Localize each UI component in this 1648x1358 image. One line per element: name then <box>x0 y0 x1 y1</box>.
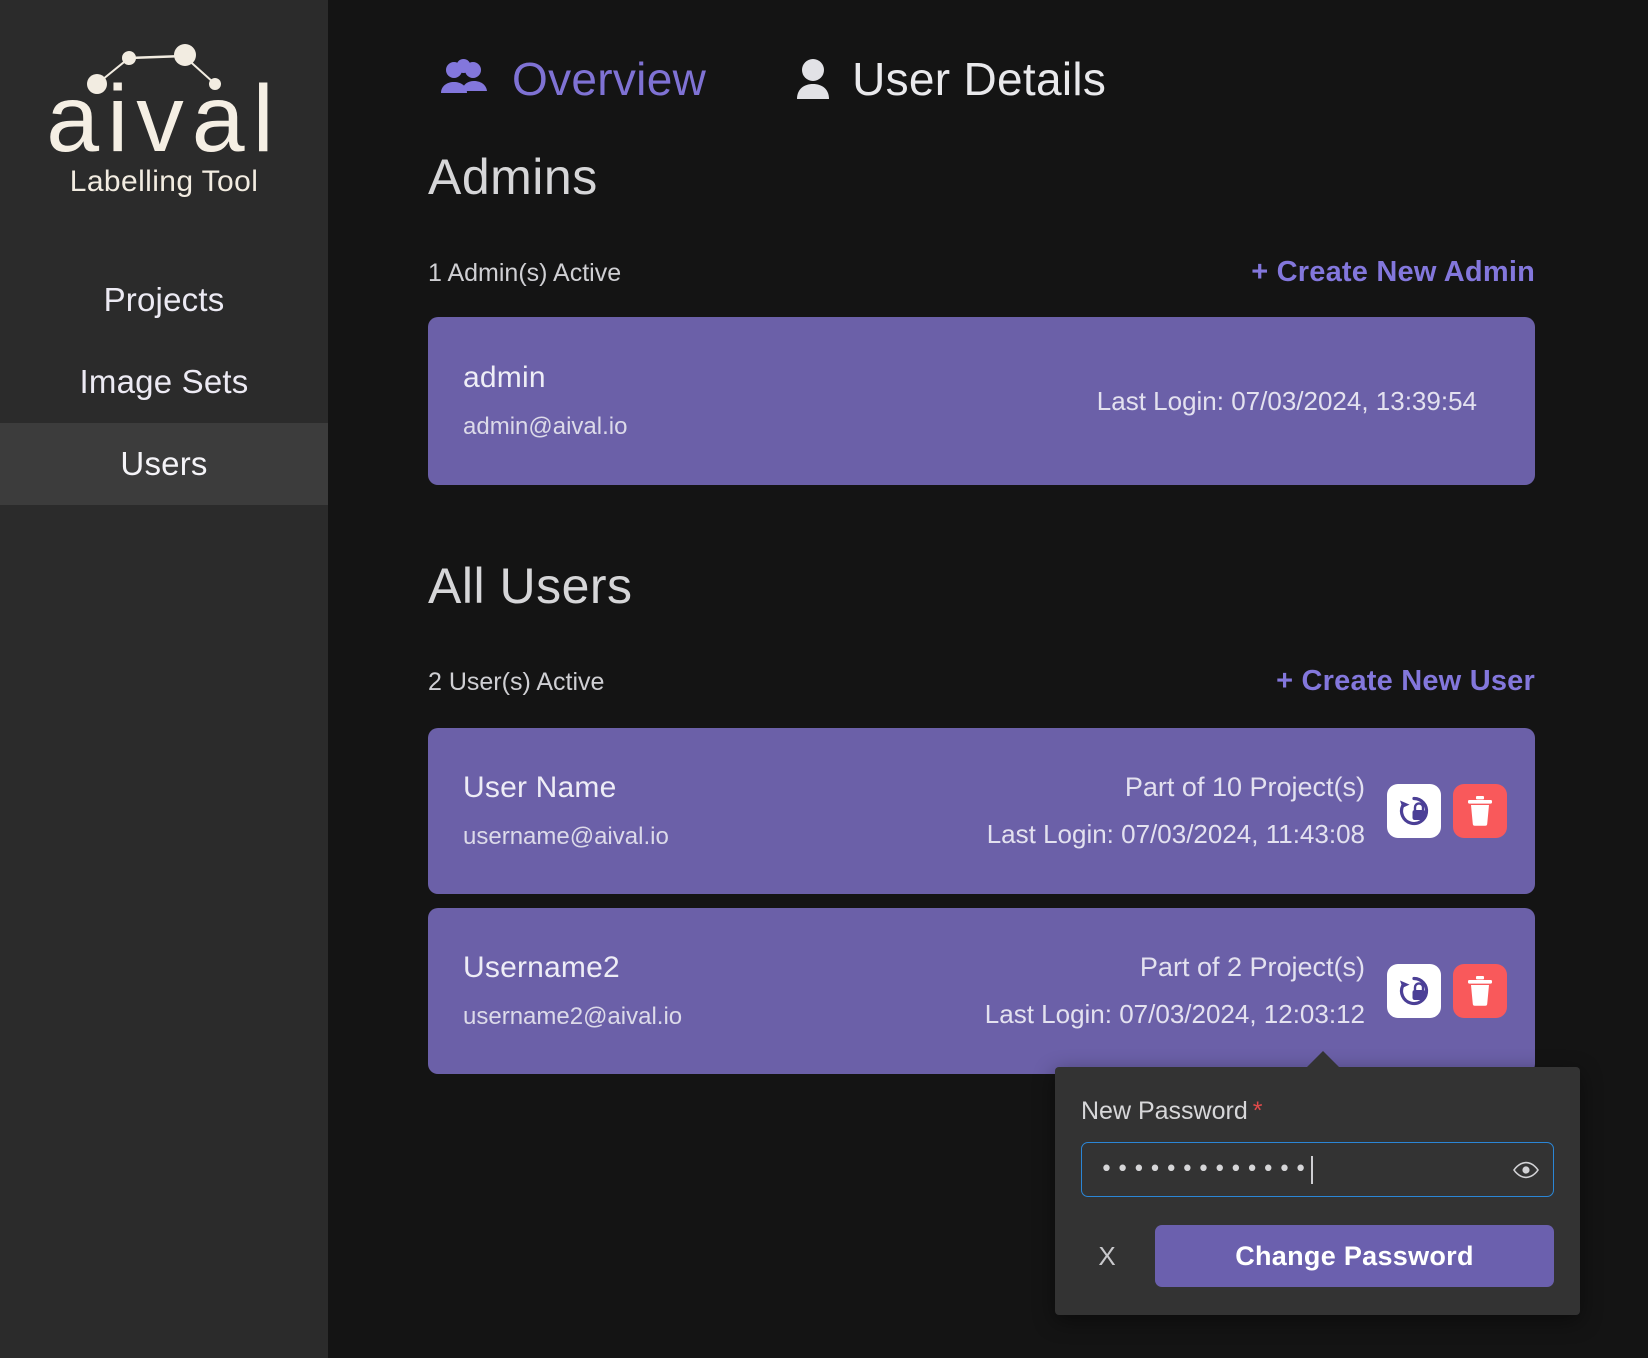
sidebar-item-label: Image Sets <box>79 363 249 400</box>
delete-user-button[interactable] <box>1453 784 1507 838</box>
sidebar-item-label: Users <box>120 445 208 482</box>
new-password-label-text: New Password <box>1081 1097 1248 1125</box>
admins-count: 1 Admin(s) Active <box>428 259 622 287</box>
users-section-row: 2 User(s) Active + Create New User <box>428 665 1648 698</box>
user-last-login: Last Login: 07/03/2024, 11:43:08 <box>986 819 1365 849</box>
user-project-count: Part of 10 Project(s) <box>1124 772 1365 802</box>
user-card[interactable]: Username2 username2@aival.io Part of 2 P… <box>428 908 1535 1074</box>
required-marker: * <box>1252 1097 1263 1125</box>
users-section-title: All Users <box>428 558 633 614</box>
user-card-actions <box>1387 964 1507 1018</box>
user-email: username@aival.io <box>463 823 669 850</box>
svg-text:aival: aival <box>46 66 281 163</box>
tab-label: User Details <box>852 53 1107 105</box>
admin-card[interactable]: admin admin@aival.io Last Login: 07/03/2… <box>428 317 1535 485</box>
new-password-field[interactable]: ••••••••••••• <box>1081 1142 1554 1197</box>
tab-bar: Overview User Details <box>428 0 1648 106</box>
admin-last-login: Last Login: 07/03/2024, 13:39:54 <box>1096 385 1477 416</box>
reset-password-icon <box>1399 796 1429 826</box>
tab-overview[interactable]: Overview <box>438 52 706 106</box>
user-card-right: Part of 10 Project(s) Last Login: 07/03/… <box>987 772 1507 850</box>
admin-card-left: admin admin@aival.io <box>463 361 627 441</box>
users-group-icon <box>438 59 490 99</box>
close-popover-button[interactable]: X <box>1081 1230 1133 1282</box>
sidebar-item-projects[interactable]: Projects <box>0 259 328 341</box>
user-last-login: Last Login: 07/03/2024, 12:03:12 <box>984 999 1365 1029</box>
users-count: 2 User(s) Active <box>428 668 605 696</box>
user-project-count: Part of 2 Project(s) <box>1139 952 1365 982</box>
admins-section-row: 1 Admin(s) Active + Create New Admin <box>428 256 1648 289</box>
user-email: username2@aival.io <box>463 1003 683 1030</box>
new-password-label: New Password * <box>1081 1097 1554 1126</box>
sidebar-item-users[interactable]: Users <box>0 423 328 505</box>
user-card-left: Username2 username2@aival.io <box>463 951 682 1031</box>
user-card-left: User Name username@aival.io <box>463 771 669 851</box>
sidebar-item-image-sets[interactable]: Image Sets <box>0 341 328 423</box>
trash-icon <box>1468 796 1492 826</box>
sidebar-item-label: Projects <box>103 281 225 318</box>
users-section: All Users 2 User(s) Active + Create New … <box>428 557 1648 1074</box>
user-card-actions <box>1387 784 1507 838</box>
change-password-button[interactable]: Change Password <box>1155 1225 1554 1287</box>
user-card-right: Part of 2 Project(s) Last Login: 07/03/2… <box>985 952 1507 1030</box>
create-new-user-button[interactable]: + Create New User <box>1276 665 1535 698</box>
admin-name: admin <box>463 361 546 394</box>
tab-label: Overview <box>512 53 707 105</box>
admins-section: Admins 1 Admin(s) Active + Create New Ad… <box>428 148 1648 485</box>
change-password-popover: New Password * ••••••••••••• X Change Pas… <box>1055 1051 1580 1315</box>
create-new-admin-button[interactable]: + Create New Admin <box>1251 256 1535 289</box>
trash-icon <box>1468 976 1492 1006</box>
new-password-input[interactable]: ••••••••••••• <box>1100 1158 1310 1181</box>
reset-password-button[interactable] <box>1387 784 1441 838</box>
popover-caret <box>1306 1051 1340 1068</box>
sidebar-nav: Projects Image Sets Users <box>0 259 328 505</box>
user-card[interactable]: User Name username@aival.io Part of 10 P… <box>428 728 1535 894</box>
reset-password-icon <box>1399 976 1429 1006</box>
brand-tagline: Labelling Tool <box>69 165 259 198</box>
admin-card-right: Last Login: 07/03/2024, 13:39:54 <box>1097 386 1507 417</box>
sidebar: aival Labelling Tool Projects Image Sets… <box>0 0 328 1358</box>
eye-icon[interactable] <box>1513 1161 1539 1179</box>
user-icon <box>796 58 830 100</box>
reset-password-button[interactable] <box>1387 964 1441 1018</box>
user-name: Username2 <box>463 951 620 984</box>
tab-user-details[interactable]: User Details <box>796 52 1106 106</box>
popover-actions: X Change Password <box>1081 1225 1554 1287</box>
page-title: Admins <box>428 149 598 205</box>
text-cursor <box>1311 1155 1314 1184</box>
delete-user-button[interactable] <box>1453 964 1507 1018</box>
brand-logo: aival Labelling Tool <box>0 18 328 199</box>
network-nodes-icon: aival <box>46 44 281 163</box>
user-name: User Name <box>463 771 617 804</box>
app-root: aival Labelling Tool Projects Image Sets… <box>0 0 1648 1358</box>
admin-email: admin@aival.io <box>463 413 628 440</box>
